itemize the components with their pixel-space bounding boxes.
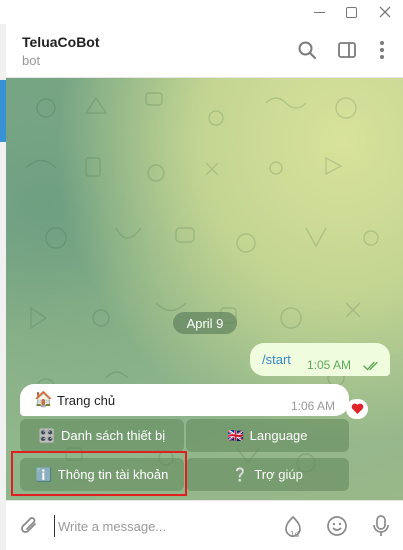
incoming-message-time: 1:06 AM bbox=[291, 399, 336, 413]
outgoing-message-text[interactable]: /start bbox=[262, 352, 291, 367]
emoji-icon[interactable] bbox=[324, 513, 350, 539]
incoming-message-text: Trang chủ bbox=[57, 393, 116, 408]
timer-label: 1d bbox=[290, 530, 299, 539]
more-icon[interactable] bbox=[370, 38, 394, 62]
sidebar-icon[interactable] bbox=[335, 38, 359, 62]
chat-subtitle: bot bbox=[22, 53, 41, 68]
message-input[interactable] bbox=[54, 515, 274, 537]
chat-title[interactable]: TeluaCoBot bbox=[22, 34, 100, 50]
keyboard-button-help[interactable]: ❔ Trợ giúp bbox=[186, 458, 349, 491]
heart-icon[interactable] bbox=[346, 399, 368, 419]
minimize-icon[interactable] bbox=[302, 0, 336, 24]
message-composer bbox=[6, 500, 403, 550]
incoming-message[interactable]: 🏠 Trang chủ 1:06 AM bbox=[20, 384, 349, 416]
keyboard-button-label: Trợ giúp bbox=[254, 467, 303, 482]
attach-icon[interactable] bbox=[20, 515, 40, 542]
keyboard-button-language[interactable]: 🇬🇧 Language bbox=[186, 419, 349, 452]
outgoing-message[interactable]: /start 1:05 AM bbox=[250, 343, 390, 376]
control-knobs-icon: 🎛️ bbox=[38, 427, 56, 443]
search-icon[interactable] bbox=[295, 38, 319, 62]
uk-flag-icon: 🇬🇧 bbox=[227, 427, 244, 443]
mic-icon[interactable] bbox=[368, 513, 394, 539]
keyboard-button-device-list[interactable]: 🎛️ Danh sách thiết bị bbox=[20, 419, 184, 452]
outgoing-message-time: 1:05 AM bbox=[307, 358, 352, 372]
highlight-annotation bbox=[11, 451, 187, 496]
close-icon[interactable] bbox=[368, 0, 402, 24]
house-icon: 🏠 bbox=[34, 391, 53, 408]
double-check-icon bbox=[363, 358, 381, 376]
keyboard-button-label: Language bbox=[249, 428, 308, 443]
keyboard-button-label: Danh sách thiết bị bbox=[61, 428, 166, 443]
maximize-icon[interactable] bbox=[334, 0, 368, 24]
date-separator: April 9 bbox=[173, 312, 237, 334]
question-mark-icon: ❔ bbox=[232, 466, 249, 482]
chat-header[interactable]: TeluaCoBot bot bbox=[6, 24, 403, 78]
window-titlebar bbox=[0, 0, 403, 24]
